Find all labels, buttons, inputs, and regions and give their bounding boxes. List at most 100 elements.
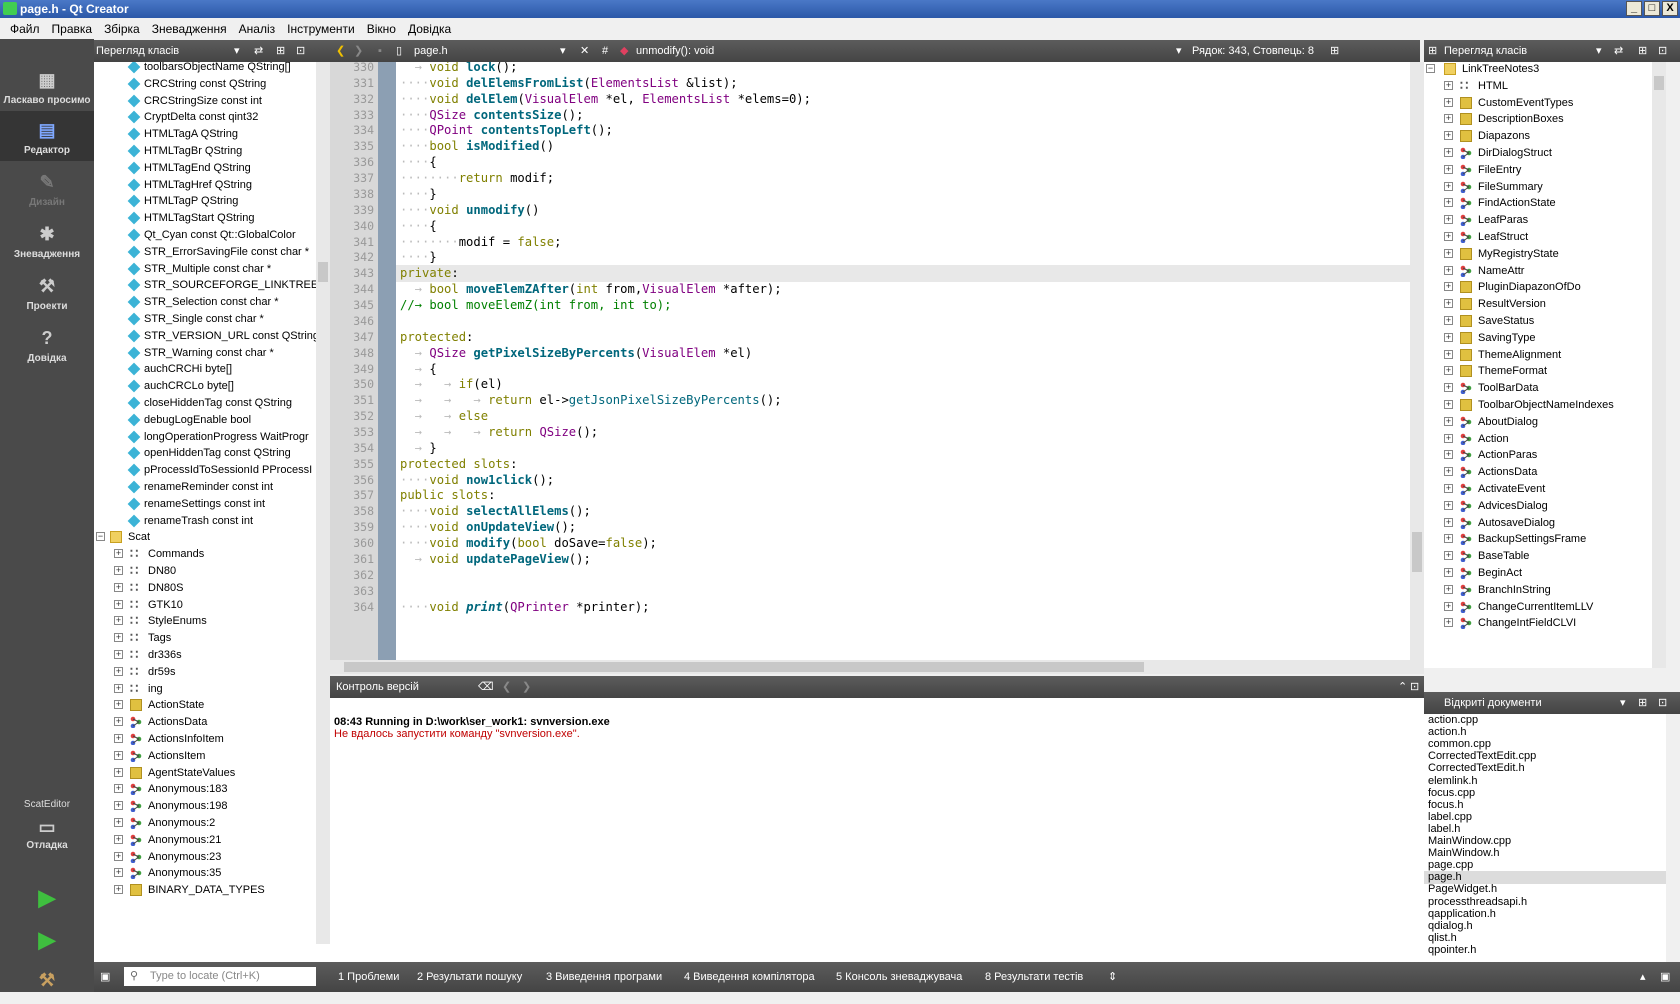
tree-variable-item[interactable]: pProcessIdToSessionId PProcessI — [94, 461, 330, 479]
menu-window[interactable]: Вікно — [361, 22, 402, 36]
expand-icon[interactable]: + — [1444, 366, 1453, 376]
code-line[interactable]: → bool moveElemZAfter(int from,VisualEle… — [400, 281, 782, 298]
run-button[interactable]: ▶ — [0, 879, 94, 919]
tree-item[interactable]: + FileEntry — [1424, 161, 1666, 179]
code-line[interactable]: → → if(el) — [400, 376, 503, 393]
file-dropdown-icon[interactable]: ▾ — [560, 40, 566, 62]
tree-item[interactable]: + ThemeAlignment — [1424, 346, 1666, 364]
expand-icon[interactable]: + — [114, 599, 123, 609]
expand-icon[interactable]: + — [114, 616, 123, 626]
fold-bar[interactable] — [378, 62, 396, 660]
expand-icon[interactable]: + — [114, 818, 123, 827]
cursor-position[interactable]: Рядок: 343, Стовпець: 8 — [1192, 40, 1314, 62]
open-doc-item[interactable]: processthreadsapi.h — [1428, 896, 1527, 909]
tree-variable-item[interactable]: auchCRCLo byte[] — [94, 377, 330, 395]
next-icon[interactable]: ❯ — [522, 676, 531, 698]
tree-item[interactable]: + ∷ ing — [94, 680, 330, 698]
code-line[interactable]: → void updatePageView(); — [400, 551, 591, 568]
mode-editor[interactable]: ▤ Редактор — [0, 111, 94, 161]
expand-icon[interactable]: + — [114, 717, 123, 727]
code-line[interactable]: ····void delElemsFromList(ElementsList &… — [400, 75, 738, 92]
mode-design[interactable]: ✎ Дизайн — [0, 163, 94, 213]
tree-item[interactable]: + LeafStruct — [1424, 228, 1666, 246]
code-line[interactable]: ····bool isModified() — [400, 138, 554, 155]
maximize-button[interactable]: □ — [1644, 1, 1660, 16]
right-scrollbar[interactable] — [1652, 62, 1666, 668]
right-panel-title[interactable]: Перегляд класів — [1424, 45, 1527, 57]
tree-variable-item[interactable]: STR_Single const char * — [94, 310, 330, 328]
tab-compile-output[interactable]: 4 Виведення компілятора — [684, 962, 815, 992]
expand-icon[interactable]: + — [114, 633, 123, 643]
expand-icon[interactable]: + — [1444, 164, 1453, 174]
code-line[interactable]: ····QSize contentsSize(); — [400, 107, 583, 124]
tree-item[interactable]: + MyRegistryState — [1424, 245, 1666, 263]
tree-variable-item[interactable]: STR_Warning const char * — [94, 344, 330, 362]
tree-item[interactable]: + ∷ DN80S — [94, 579, 330, 597]
code-line[interactable]: ····{ — [400, 154, 437, 171]
tree-variable-item[interactable]: CryptDelta const qint32 — [94, 108, 330, 126]
code-line[interactable]: ····} — [400, 249, 437, 266]
tree-item[interactable]: + ActionState — [94, 696, 330, 714]
expand-icon[interactable]: + — [1444, 332, 1453, 342]
tree-item[interactable]: + ResultVersion — [1424, 295, 1666, 313]
tree-variable-item[interactable]: debugLogEnable bool — [94, 411, 330, 429]
tree-variable-item[interactable]: longOperationProgress WaitProgr — [94, 428, 330, 446]
menu-help[interactable]: Довідка — [402, 22, 457, 36]
expand-icon[interactable]: + — [114, 549, 123, 559]
toggle-right-sidebar-icon[interactable]: ▣ — [1660, 962, 1670, 992]
code-line[interactable]: ····} — [400, 186, 437, 203]
close-output-icon[interactable]: ⊡ — [1410, 676, 1419, 698]
editor-hscrollbar[interactable] — [330, 660, 1424, 674]
expand-icon[interactable]: + — [1444, 534, 1453, 544]
open-doc-item[interactable]: CorrectedTextEdit.h — [1428, 762, 1525, 775]
tree-item[interactable]: + FindActionState — [1424, 194, 1666, 212]
expand-icon[interactable]: + — [114, 734, 123, 743]
code-line[interactable]: ····void modify(bool doSave=false); — [400, 535, 657, 552]
tree-item[interactable]: + ActionParas — [1424, 446, 1666, 464]
output-up-icon[interactable]: ▴ — [1640, 962, 1646, 992]
open-doc-item[interactable]: elemlink.h — [1428, 775, 1478, 788]
tree-folder-scat[interactable]: − Scat — [94, 528, 330, 546]
code-line[interactable]: ········return modif; — [400, 170, 554, 187]
open-docs-split-icon[interactable]: ⊞ — [1638, 692, 1647, 714]
tree-item[interactable]: + ActionsData — [94, 713, 330, 731]
tree-item[interactable]: + ToolBarData — [1424, 379, 1666, 397]
expand-icon[interactable]: + — [114, 700, 123, 710]
menu-tools[interactable]: Інструменти — [281, 22, 361, 36]
sync-icon[interactable]: ⇄ — [254, 40, 263, 62]
tree-variable-item[interactable]: STR_VERSION_URL const QString — [94, 327, 330, 345]
tree-item[interactable]: + BaseTable — [1424, 547, 1666, 565]
code-line[interactable]: ········modif = false; — [400, 234, 561, 251]
symbol-selector[interactable]: unmodify(): void — [636, 40, 714, 62]
debug-run-button[interactable]: ▶ — [0, 921, 94, 961]
tree-item[interactable]: + ChangeCurrentItemLLV — [1424, 598, 1666, 616]
expand-icon[interactable]: + — [114, 801, 123, 811]
tree-variable-item[interactable]: STR_SOURCEFORGE_LINKTREEN — [94, 276, 330, 294]
expand-icon[interactable]: + — [1444, 416, 1453, 426]
open-doc-item[interactable]: page.h — [1424, 871, 1666, 885]
tree-variable-item[interactable]: STR_Multiple const char * — [94, 260, 330, 278]
tree-variable-item[interactable]: HTMLTagEnd QString — [94, 159, 330, 177]
expand-icon[interactable]: + — [1444, 601, 1453, 611]
tree-item[interactable]: + SavingType — [1424, 329, 1666, 347]
tree-root-item[interactable]: − LinkTreeNotes3 — [1424, 62, 1666, 78]
tree-variable-item[interactable]: Qt_Cyan const Qt::GlobalColor — [94, 226, 330, 244]
mode-projects[interactable]: ⚒ Проекти — [0, 267, 94, 317]
tree-item[interactable]: + ActionsInfoItem — [94, 730, 330, 748]
expand-icon[interactable]: + — [114, 666, 123, 676]
expand-icon[interactable]: + — [114, 784, 123, 794]
collapse-icon[interactable]: − — [96, 532, 105, 542]
tree-item[interactable]: + ∷ Commands — [94, 545, 330, 563]
code-line[interactable]: public slots: — [400, 487, 495, 504]
tree-item[interactable]: + AboutDialog — [1424, 413, 1666, 431]
code-line[interactable]: → → else — [400, 408, 488, 425]
open-doc-item[interactable]: label.h — [1428, 823, 1460, 836]
toggle-sidebar-icon[interactable]: ▣ — [100, 970, 110, 983]
code-line[interactable]: //→ bool moveElemZ(int from, int to); — [400, 297, 672, 314]
tree-item[interactable]: + Anonymous:198 — [94, 797, 330, 815]
tree-variable-item[interactable]: renameTrash const int — [94, 512, 330, 530]
tree-variable-item[interactable]: STR_ErrorSavingFile const char * — [94, 243, 330, 261]
expand-icon[interactable]: + — [114, 868, 123, 878]
code-line[interactable]: → { — [400, 361, 437, 378]
open-doc-item[interactable]: CorrectedTextEdit.cpp — [1428, 750, 1536, 763]
